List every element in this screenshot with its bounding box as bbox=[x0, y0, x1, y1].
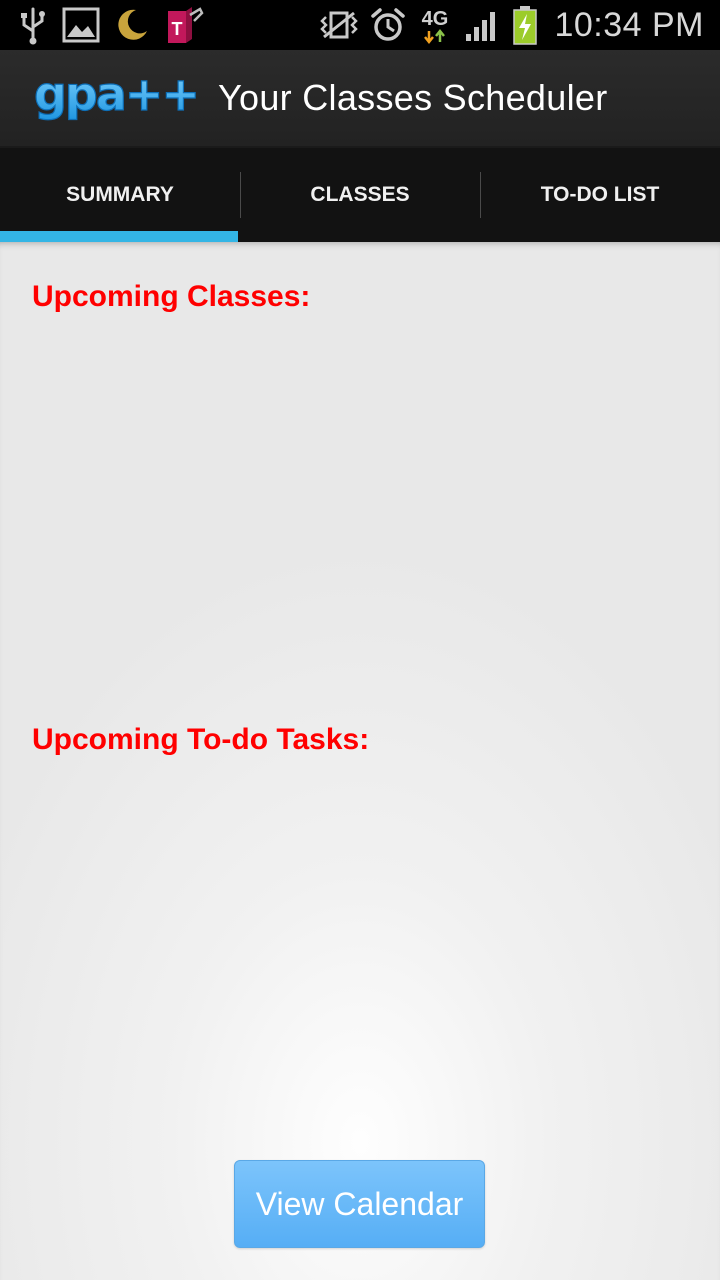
tab-summary-label: SUMMARY bbox=[66, 183, 174, 206]
system-icons: 4G 10:34 PM bbox=[320, 0, 704, 50]
app-logo[interactable]: gpa++ bbox=[32, 68, 202, 128]
vibrate-icon bbox=[320, 9, 359, 41]
4g-icon: 4G bbox=[418, 5, 452, 45]
view-calendar-button[interactable]: View Calendar bbox=[234, 1160, 485, 1248]
notification-icons: T bbox=[18, 4, 204, 46]
t-mobile-icon: T bbox=[164, 5, 204, 45]
svg-text:4G: 4G bbox=[422, 8, 449, 30]
gpa-logo-icon: gpa++ bbox=[33, 70, 200, 122]
app-title: Your Classes Scheduler bbox=[218, 77, 608, 118]
action-bar: gpa++ Your Classes Scheduler bbox=[0, 50, 720, 146]
usb-icon bbox=[18, 5, 48, 45]
tab-todo-list-label: TO-DO LIST bbox=[540, 183, 660, 206]
clock-time: 10:34 PM bbox=[554, 5, 704, 44]
battery-charging-icon bbox=[512, 5, 538, 45]
tab-todo-list[interactable]: TO-DO LIST bbox=[480, 148, 720, 242]
signal-icon bbox=[464, 8, 500, 42]
tab-summary[interactable]: SUMMARY bbox=[0, 148, 240, 242]
tab-classes[interactable]: CLASSES bbox=[240, 148, 480, 242]
status-bar: T 4G 10:34 PM bbox=[0, 0, 720, 50]
summary-panel: Upcoming Classes: Upcoming To-do Tasks: … bbox=[0, 242, 720, 1280]
svg-text:T: T bbox=[172, 19, 183, 39]
svg-text:gpa++: gpa++ bbox=[34, 70, 198, 121]
image-icon bbox=[62, 7, 100, 43]
tab-classes-label: CLASSES bbox=[310, 183, 410, 206]
upcoming-classes-heading: Upcoming Classes: bbox=[32, 280, 311, 313]
view-calendar-label: View Calendar bbox=[255, 1185, 464, 1222]
moon-icon bbox=[114, 7, 150, 43]
alarm-icon bbox=[370, 7, 406, 43]
upcoming-tasks-heading: Upcoming To-do Tasks: bbox=[32, 723, 370, 756]
tab-bar: SUMMARY CLASSES TO-DO LIST bbox=[0, 146, 720, 242]
